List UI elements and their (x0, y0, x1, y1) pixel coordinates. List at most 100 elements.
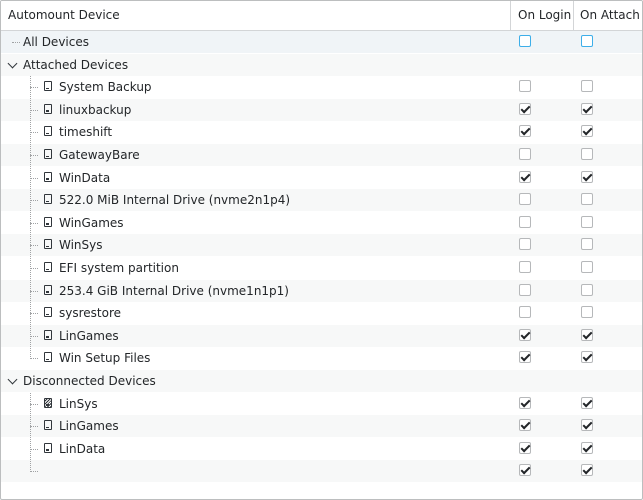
tree-item-disconnected-devices[interactable]: Disconnected Devices (1, 370, 642, 392)
header-on-attach[interactable]: On Attach (574, 1, 642, 30)
automount-tree-view[interactable]: Automount Device On Login On Attach All … (0, 0, 643, 500)
on-attach-checkbox[interactable] (581, 441, 593, 454)
tree-item-attached-devices[interactable]: Attached Devices (1, 53, 642, 76)
device-label: 522.0 MiB Internal Drive (nvme2n1p4) (59, 193, 291, 208)
tree-item-device[interactable] (1, 460, 642, 483)
tree-group-line (30, 76, 31, 359)
on-attach-checkbox[interactable] (581, 102, 593, 115)
on-attach-checkbox[interactable] (581, 306, 593, 319)
tree-branch-line (30, 448, 38, 450)
on-attach-checkbox[interactable] (581, 328, 593, 341)
on-attach-checkbox[interactable] (581, 238, 593, 251)
on-attach-checkbox[interactable] (581, 351, 593, 364)
drive-icon (44, 171, 52, 182)
on-login-checkbox[interactable] (519, 441, 531, 454)
tree-item-device[interactable]: WinGames (1, 212, 642, 234)
on-attach-checkbox[interactable] (581, 170, 593, 183)
tree-branch-line (30, 87, 38, 89)
on-attach-checkbox[interactable] (581, 464, 593, 477)
tree-item-device[interactable]: timeshift (1, 121, 642, 143)
on-attach-checkbox[interactable] (581, 125, 593, 138)
drive-icon (44, 126, 52, 137)
on-login-checkbox[interactable] (519, 170, 531, 183)
tree-item-device[interactable]: LinSys (1, 393, 642, 415)
tree-branch-line (30, 155, 38, 156)
tree-item-device[interactable]: LinGames (1, 324, 642, 347)
tree-item-device[interactable]: linuxbackup (1, 98, 642, 121)
tree-item-device[interactable]: sysrestore (1, 302, 642, 324)
device-label: Win Setup Files (59, 351, 151, 366)
on-attach-checkbox[interactable] (581, 215, 593, 228)
on-login-checkbox[interactable] (519, 306, 531, 319)
device-label: LinGames (59, 328, 119, 343)
drive-icon (44, 284, 52, 295)
on-login-checkbox[interactable] (519, 148, 531, 160)
tree-item-device[interactable]: GatewayBare (1, 144, 642, 166)
chevron-down-icon[interactable] (7, 374, 18, 385)
on-attach-checkbox[interactable] (581, 396, 593, 409)
on-login-checkbox[interactable] (519, 261, 531, 273)
drive-icon (44, 262, 52, 272)
on-attach-checkbox[interactable] (581, 35, 593, 47)
tree-branch-line (30, 471, 38, 473)
tree-item-device[interactable]: LinGames (1, 415, 642, 438)
device-label: sysrestore (59, 306, 122, 321)
tree-item-all-devices[interactable]: All Devices (1, 31, 642, 53)
device-label: System Backup (59, 80, 152, 95)
tree-branch-line (30, 177, 38, 179)
on-attach-checkbox[interactable] (581, 193, 593, 206)
tree-item-device[interactable]: 522.0 MiB Internal Drive (nvme2n1p4) (1, 189, 642, 212)
drive-icon (44, 352, 52, 363)
header-on-login[interactable]: On Login (511, 1, 574, 30)
tree-header: Automount Device On Login On Attach (1, 1, 642, 31)
tree-item-device[interactable]: System Backup (1, 76, 642, 98)
tree-item-device[interactable]: WinSys (1, 234, 642, 257)
on-login-checkbox[interactable] (519, 419, 531, 432)
tree-branch-line (30, 268, 38, 269)
on-login-checkbox[interactable] (519, 125, 531, 138)
tree-item-device[interactable]: Win Setup Files (1, 347, 642, 369)
on-login-checkbox[interactable] (519, 351, 531, 364)
on-attach-checkbox[interactable] (581, 419, 593, 432)
on-attach-checkbox[interactable] (581, 261, 593, 273)
on-login-checkbox[interactable] (519, 215, 531, 228)
header-device[interactable]: Automount Device (1, 1, 511, 30)
device-label: Attached Devices (23, 57, 129, 72)
tree-branch-line (30, 313, 38, 315)
chevron-down-icon[interactable] (7, 58, 18, 69)
tree-item-device[interactable]: LinData (1, 438, 642, 460)
tree-branch-line (30, 290, 38, 292)
on-login-checkbox[interactable] (519, 464, 531, 477)
tree-group-line (30, 392, 31, 472)
drive-icon (44, 420, 52, 431)
tree-item-device[interactable]: 253.4 GiB Internal Drive (nvme1n1p1) (1, 279, 642, 302)
device-label: EFI system partition (59, 261, 179, 275)
on-login-checkbox[interactable] (519, 238, 531, 251)
device-label: WinSys (59, 238, 103, 253)
on-attach-checkbox[interactable] (581, 148, 593, 160)
device-label: WinGames (59, 215, 124, 230)
on-attach-checkbox[interactable] (581, 283, 593, 296)
tree-branch-line (30, 200, 38, 202)
on-login-checkbox[interactable] (519, 328, 531, 341)
drive-icon (44, 307, 52, 318)
tree-item-device[interactable]: EFI system partition (1, 257, 642, 279)
on-login-checkbox[interactable] (519, 396, 531, 409)
device-label: WinData (59, 170, 111, 185)
tree-branch-line (30, 245, 38, 247)
on-login-checkbox[interactable] (519, 283, 531, 296)
drive-icon (44, 194, 52, 205)
on-attach-checkbox[interactable] (581, 80, 593, 93)
device-label: LinSys (59, 396, 98, 411)
tree-branch-line (30, 358, 38, 360)
drive-icon (44, 329, 52, 340)
on-login-checkbox[interactable] (519, 102, 531, 115)
tree-item-device[interactable]: WinData (1, 167, 642, 189)
on-login-checkbox[interactable] (519, 35, 531, 47)
device-label: timeshift (59, 125, 113, 140)
device-label: GatewayBare (59, 148, 140, 162)
tree-branch-line (12, 42, 20, 43)
on-login-checkbox[interactable] (519, 80, 531, 93)
on-login-checkbox[interactable] (519, 193, 531, 206)
drive-icon (44, 103, 52, 114)
